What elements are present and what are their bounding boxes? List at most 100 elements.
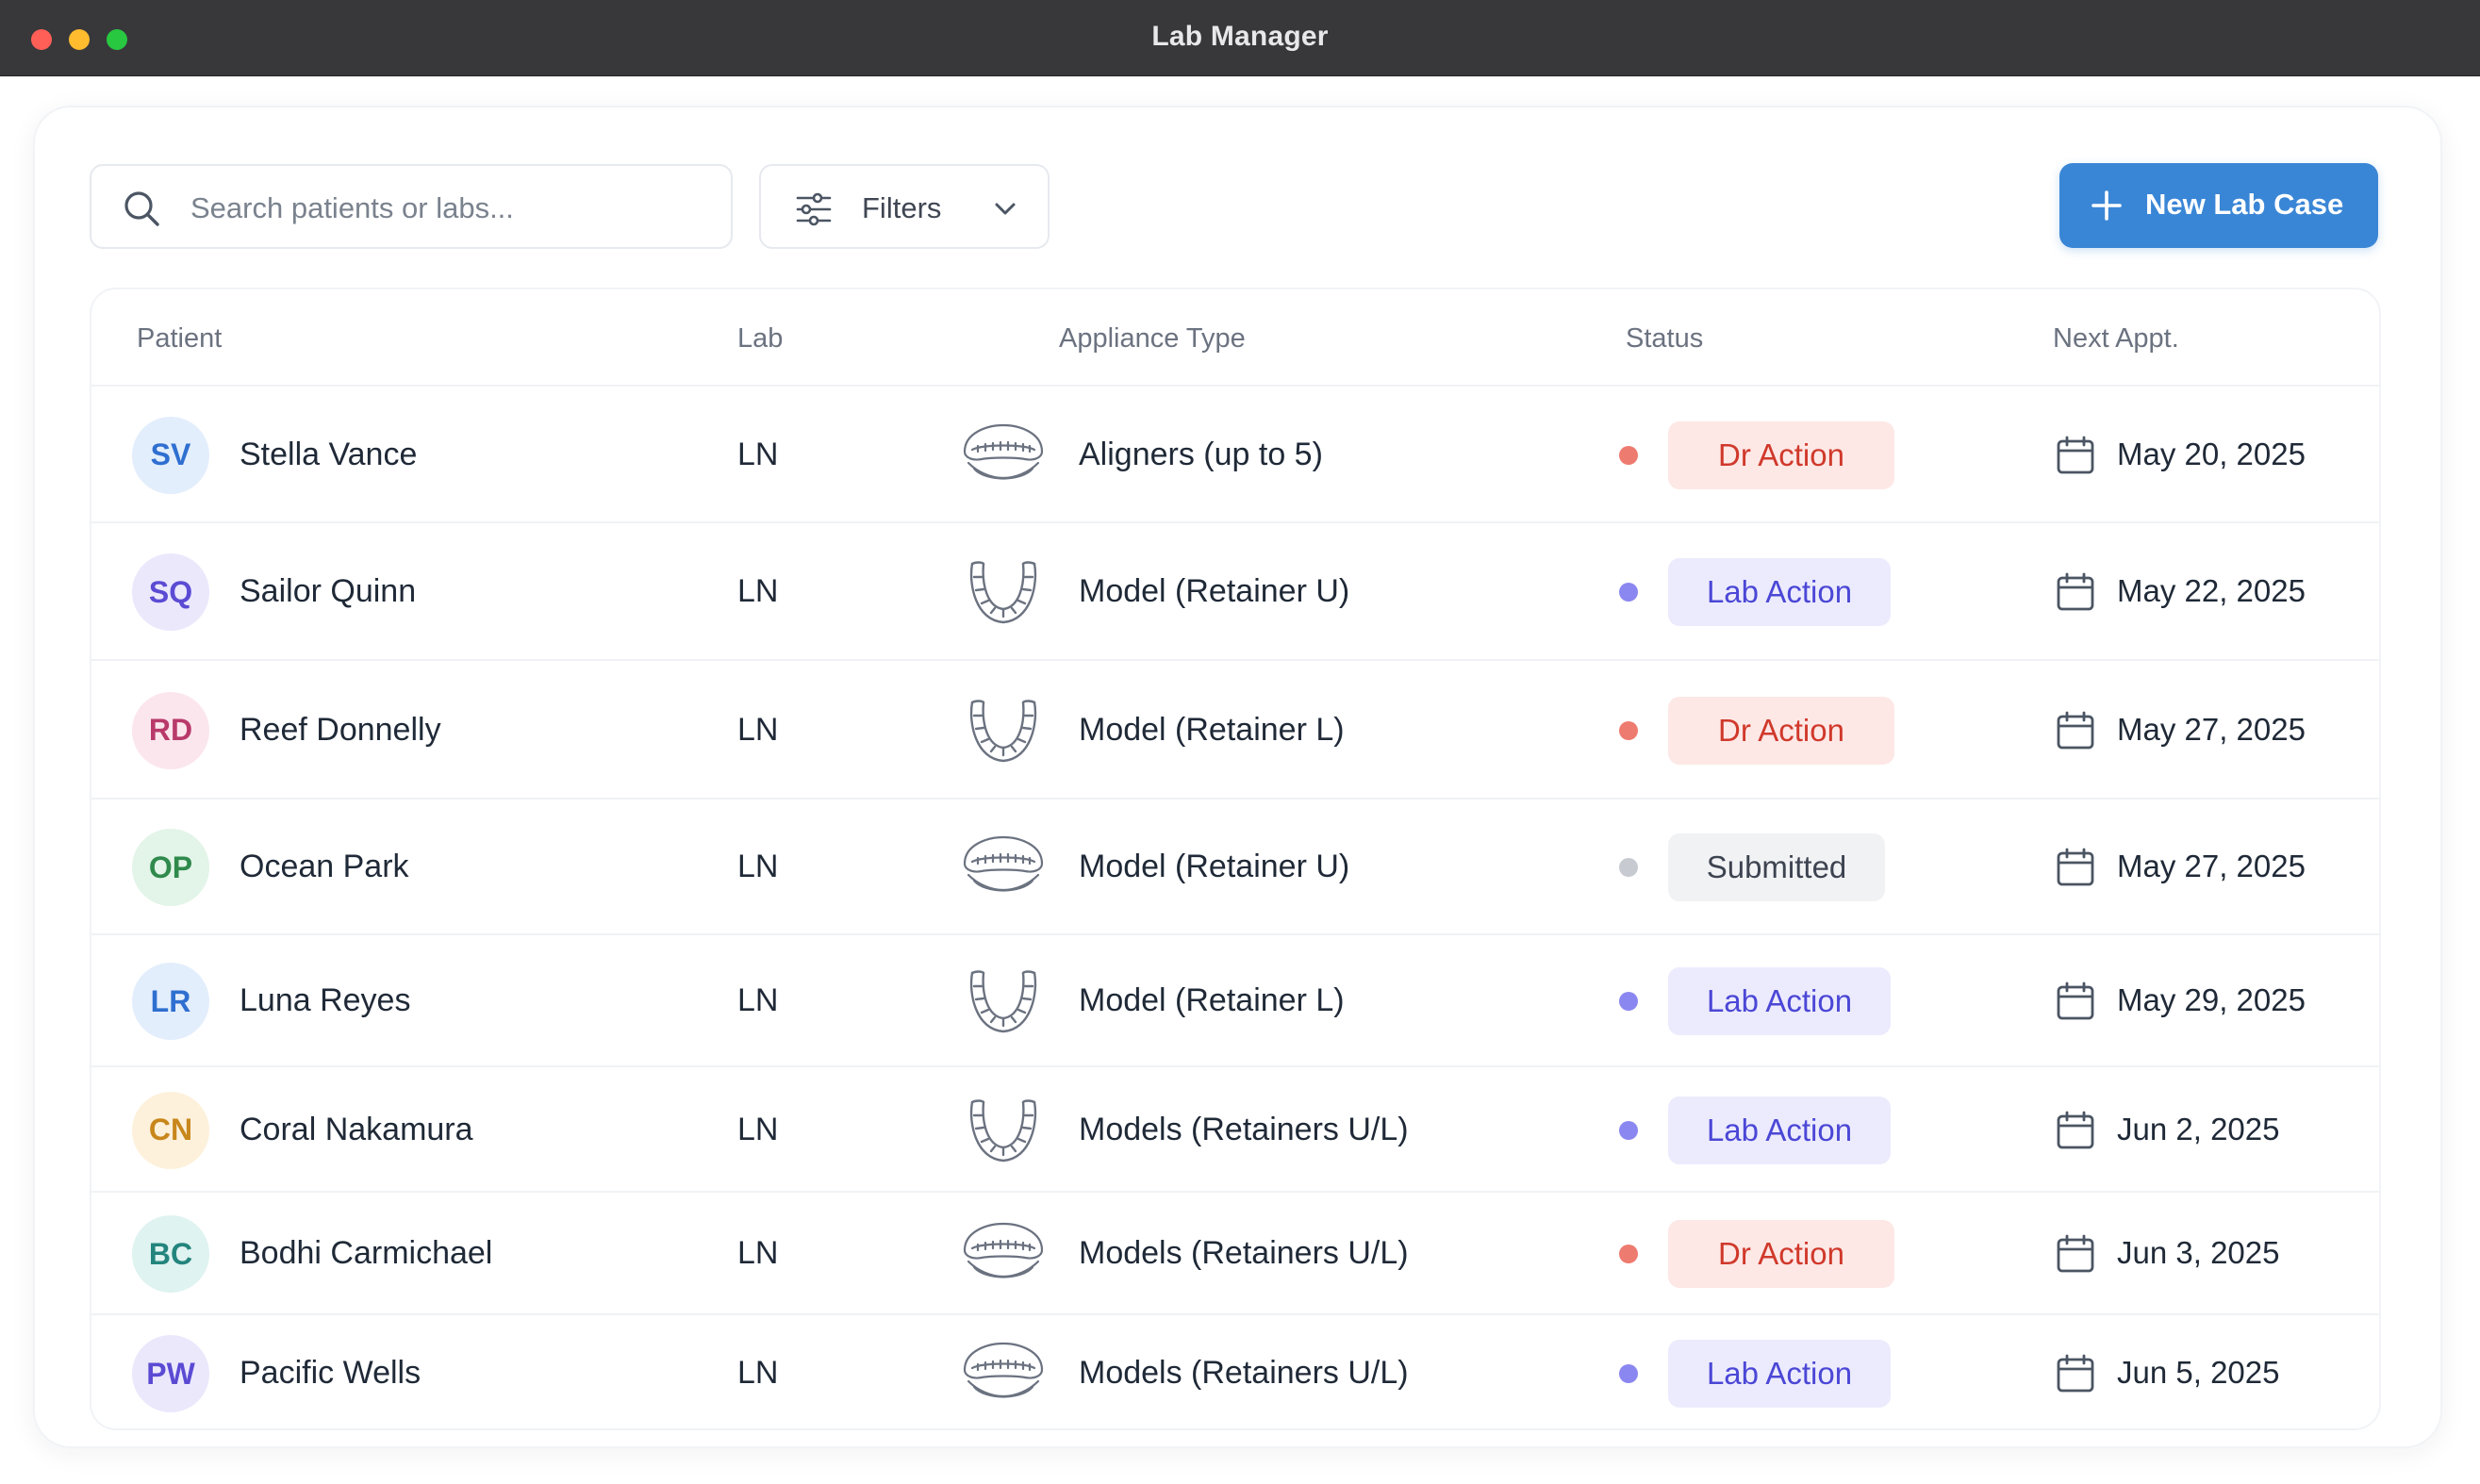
patient-name[interactable]: Coral Nakamura xyxy=(240,1112,473,1148)
avatar-initials: LR xyxy=(150,983,191,1018)
calendar-icon xyxy=(2057,1354,2094,1393)
appliance-type: Models (Retainers U/L) xyxy=(1079,1111,1409,1147)
next-appt-date: Jun 3, 2025 xyxy=(2117,1235,2280,1270)
calendar-icon xyxy=(2057,981,2094,1020)
appliance-type: Model (Retainer U) xyxy=(1079,849,1350,884)
patient-name[interactable]: Reef Donnelly xyxy=(240,712,441,749)
table-row[interactable]: SQ Sailor Quinn LN Model (Retainer U) La… xyxy=(91,523,2379,661)
aligner-tray-icon xyxy=(963,1222,1044,1278)
search-input[interactable]: Search patients or labs... xyxy=(90,164,733,249)
patient-name[interactable]: Sailor Quinn xyxy=(240,573,416,610)
status-badge[interactable]: Lab Action xyxy=(1668,558,1891,626)
status-label: Lab Action xyxy=(1706,983,1853,1018)
new-lab-case-label: New Lab Case xyxy=(2145,188,2344,221)
window-title: Lab Manager xyxy=(1151,21,1329,52)
status-dot xyxy=(1619,1245,1638,1263)
lab-code: LN xyxy=(737,711,779,748)
status-label: Dr Action xyxy=(1718,712,1844,748)
avatar-initials: SQ xyxy=(148,574,193,609)
status-badge[interactable]: Dr Action xyxy=(1668,420,1894,489)
table-row[interactable]: SV Stella Vance LN Aligners (up to 5) Dr… xyxy=(91,387,2379,523)
column-header-next-appt[interactable]: Next Appt. xyxy=(2053,323,2179,355)
status-dot xyxy=(1619,583,1638,602)
patient-name[interactable]: Bodhi Carmichael xyxy=(240,1235,492,1272)
avatar-initials: SV xyxy=(150,437,191,471)
next-appt-date: May 27, 2025 xyxy=(2117,849,2306,883)
table-row[interactable]: BC Bodhi Carmichael LN Models (Retainers… xyxy=(91,1193,2379,1315)
avatar: LR xyxy=(132,963,209,1040)
status-label: Lab Action xyxy=(1706,1112,1853,1147)
aligner-tray-icon xyxy=(963,423,1044,479)
chevron-down-icon xyxy=(995,203,1016,215)
patient-name[interactable]: Luna Reyes xyxy=(240,982,410,1019)
status-badge[interactable]: Lab Action xyxy=(1668,1096,1891,1164)
column-header-appliance-type[interactable]: Appliance Type xyxy=(1059,323,1246,355)
patient-name[interactable]: Pacific Wells xyxy=(240,1355,421,1392)
next-appt-date: May 20, 2025 xyxy=(2117,436,2306,471)
column-header-status[interactable]: Status xyxy=(1626,323,1703,355)
lab-cases-table: Patient Lab Appliance Type Status Next A… xyxy=(90,288,2381,1430)
calendar-icon xyxy=(2057,1234,2094,1273)
status-badge[interactable]: Lab Action xyxy=(1668,967,1891,1035)
table-header: Patient Lab Appliance Type Status Next A… xyxy=(91,289,2379,387)
appliance-type: Model (Retainer U) xyxy=(1079,573,1350,609)
status-badge[interactable]: Dr Action xyxy=(1668,696,1894,765)
table-row[interactable]: CN Coral Nakamura LN Models (Retainers U… xyxy=(91,1067,2379,1193)
table-row[interactable]: PW Pacific Wells LN Models (Retainers U/… xyxy=(91,1315,2379,1428)
new-lab-case-button[interactable]: New Lab Case xyxy=(2059,163,2378,248)
lab-code: LN xyxy=(737,982,779,1018)
appliance-type: Models (Retainers U/L) xyxy=(1079,1355,1409,1391)
table-row[interactable]: RD Reef Donnelly LN Model (Retainer L) D… xyxy=(91,661,2379,800)
appliance-type: Aligners (up to 5) xyxy=(1079,436,1323,472)
avatar: BC xyxy=(132,1215,209,1293)
calendar-icon xyxy=(2057,572,2094,611)
status-label: Dr Action xyxy=(1718,1236,1844,1271)
table-row[interactable]: LR Luna Reyes LN Model (Retainer L) Lab … xyxy=(91,935,2379,1067)
avatar-initials: PW xyxy=(146,1356,195,1391)
next-appt-date: Jun 2, 2025 xyxy=(2117,1111,2280,1146)
next-appt-date: Jun 5, 2025 xyxy=(2117,1355,2280,1390)
window-titlebar: Lab Manager xyxy=(0,0,2480,76)
filters-dropdown[interactable]: Filters xyxy=(759,164,1050,249)
search-icon xyxy=(124,191,159,226)
calendar-icon xyxy=(2057,436,2094,473)
next-appt-date: May 29, 2025 xyxy=(2117,982,2306,1017)
avatar: SQ xyxy=(132,553,209,631)
column-header-lab[interactable]: Lab xyxy=(737,323,783,355)
avatar-initials: RD xyxy=(148,713,193,747)
dental-arch-icon xyxy=(969,699,1037,762)
status-label: Lab Action xyxy=(1706,574,1853,609)
lab-code: LN xyxy=(737,1235,779,1271)
next-appt-date: May 27, 2025 xyxy=(2117,711,2306,747)
avatar: CN xyxy=(132,1091,209,1169)
lab-code: LN xyxy=(737,436,779,472)
aligner-tray-icon xyxy=(963,835,1044,892)
status-label: Lab Action xyxy=(1706,1356,1853,1391)
calendar-icon xyxy=(2057,848,2094,886)
avatar: OP xyxy=(132,829,209,906)
patient-name[interactable]: Ocean Park xyxy=(240,849,409,885)
patient-name[interactable]: Stella Vance xyxy=(240,437,417,473)
status-dot xyxy=(1619,1364,1638,1383)
status-badge[interactable]: Lab Action xyxy=(1668,1340,1891,1408)
status-dot xyxy=(1619,720,1638,740)
avatar-initials: BC xyxy=(148,1236,193,1271)
sliders-icon xyxy=(796,192,832,226)
status-dot xyxy=(1619,992,1638,1011)
appliance-type: Model (Retainer L) xyxy=(1079,711,1345,748)
status-badge[interactable]: Dr Action xyxy=(1668,1220,1894,1288)
status-label: Dr Action xyxy=(1718,437,1844,472)
table-row[interactable]: OP Ocean Park LN Model (Retainer U) Subm… xyxy=(91,800,2379,935)
status-label: Submitted xyxy=(1706,849,1847,884)
plus-icon xyxy=(2091,190,2122,221)
calendar-icon xyxy=(2057,711,2094,749)
filters-label: Filters xyxy=(862,191,942,224)
column-header-patient[interactable]: Patient xyxy=(137,323,222,355)
lab-code: LN xyxy=(737,1111,779,1147)
dental-arch-icon xyxy=(969,970,1037,1033)
avatar-initials: CN xyxy=(148,1113,193,1146)
status-badge[interactable]: Submitted xyxy=(1668,833,1885,901)
appliance-type: Model (Retainer L) xyxy=(1079,982,1345,1018)
status-dot xyxy=(1619,858,1638,877)
aligner-tray-icon xyxy=(963,1342,1044,1398)
